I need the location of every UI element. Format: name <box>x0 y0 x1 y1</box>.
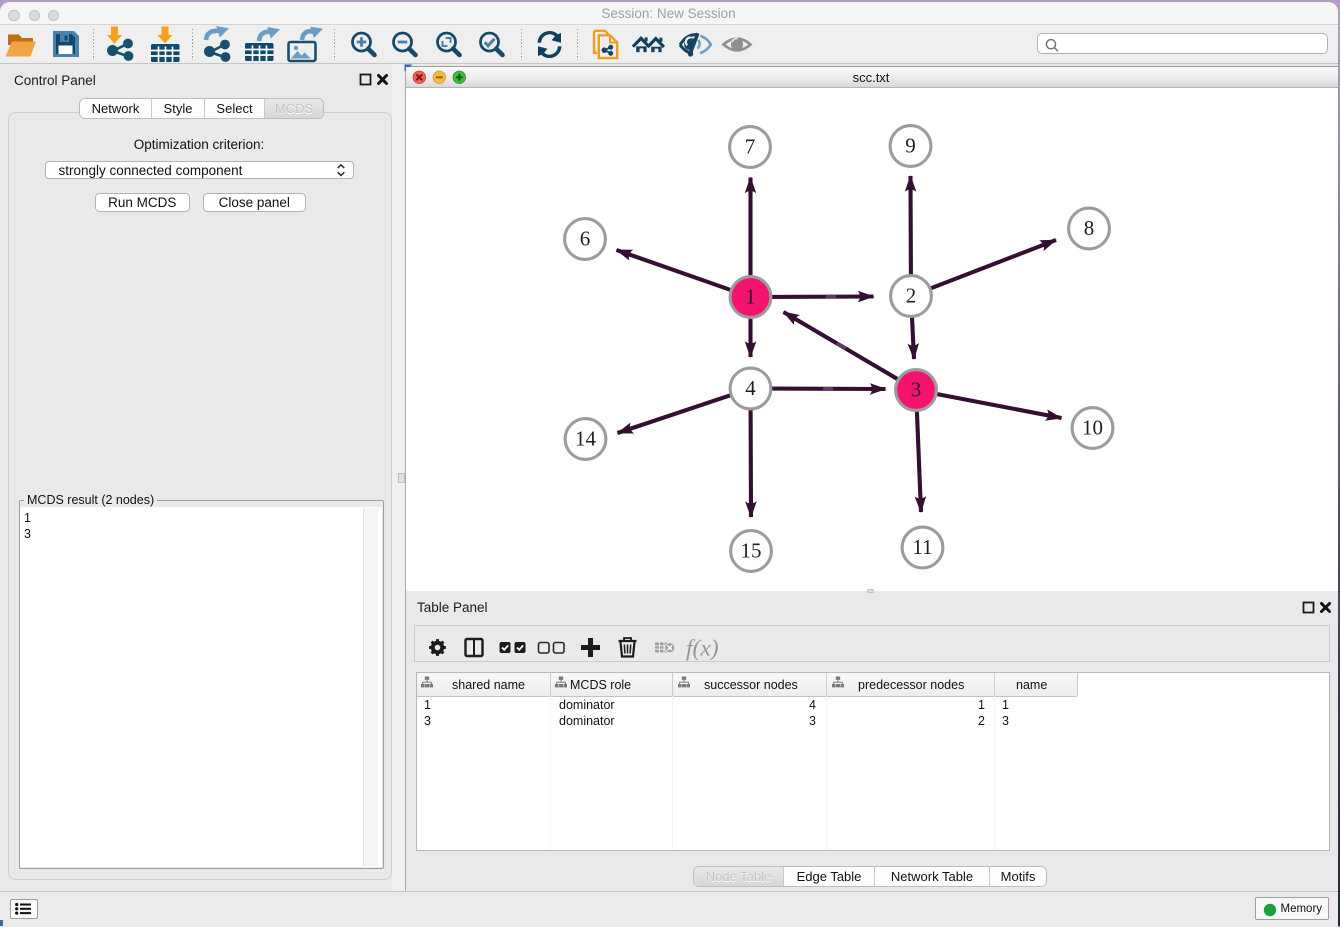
svg-text:11: 11 <box>912 535 932 559</box>
svg-text:14: 14 <box>575 427 597 451</box>
svg-text:10: 10 <box>1082 416 1103 440</box>
svg-text:2: 2 <box>905 284 916 308</box>
svg-text:9: 9 <box>905 134 916 158</box>
svg-text:3: 3 <box>910 378 921 402</box>
svg-text:f(x): f(x) <box>686 636 719 662</box>
svg-text:1: 1 <box>745 285 756 309</box>
svg-text:6: 6 <box>579 227 590 251</box>
svg-text:15: 15 <box>740 539 761 563</box>
svg-text:7: 7 <box>744 135 755 159</box>
svg-text:8: 8 <box>1083 216 1094 240</box>
svg-text:4: 4 <box>745 376 756 400</box>
